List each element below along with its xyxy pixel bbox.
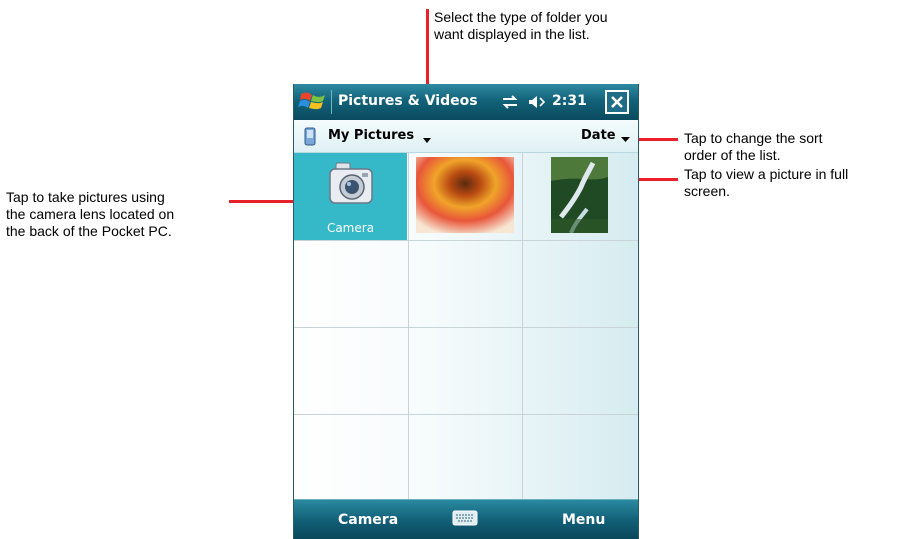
sync-icon[interactable] xyxy=(499,94,521,110)
grid-line xyxy=(294,327,638,328)
windows-start-icon[interactable] xyxy=(298,88,328,116)
keyboard-icon[interactable] xyxy=(452,509,478,527)
clock[interactable]: 2:31 xyxy=(552,93,587,109)
folder-bar: My Pictures Date xyxy=(294,120,638,153)
volume-icon[interactable] xyxy=(527,93,547,111)
camera-tile-label: Camera xyxy=(326,221,375,235)
camera-icon xyxy=(329,162,373,204)
sort-arrow-icon[interactable] xyxy=(621,136,630,143)
softkey-bar: Camera Menu xyxy=(294,499,638,539)
grid-line xyxy=(294,414,638,415)
waterfall-thumbnail[interactable] xyxy=(551,157,608,233)
device-screen: Pictures & Videos 2:31 My Pictures Date xyxy=(293,84,639,539)
dropdown-arrow-icon[interactable] xyxy=(422,136,432,144)
title-bar: Pictures & Videos 2:31 xyxy=(294,84,638,120)
camera-tile[interactable]: Camera xyxy=(294,153,407,240)
callout-sort-order: Tap to change the sort order of the list… xyxy=(684,130,823,163)
device-icon xyxy=(304,127,316,146)
camera-softkey[interactable]: Camera xyxy=(338,512,398,528)
title-separator xyxy=(331,90,332,114)
grid-line xyxy=(522,153,523,499)
thumbnail-grid: Camera xyxy=(294,153,638,499)
close-button[interactable] xyxy=(605,90,629,114)
menu-softkey[interactable]: Menu xyxy=(562,512,605,528)
callout-folder-type: Select the type of folder you want displ… xyxy=(434,9,608,42)
callout-view-picture: Tap to view a picture in full screen. xyxy=(684,166,849,199)
folder-selector[interactable]: My Pictures xyxy=(328,128,414,143)
app-title: Pictures & Videos xyxy=(338,93,478,109)
flower-thumbnail[interactable] xyxy=(416,157,514,233)
grid-line xyxy=(294,240,638,241)
callout-take-pictures: Tap to take pictures using the camera le… xyxy=(6,189,175,239)
sort-selector[interactable]: Date xyxy=(581,128,616,143)
grid-line xyxy=(408,153,409,499)
close-icon xyxy=(611,96,623,108)
